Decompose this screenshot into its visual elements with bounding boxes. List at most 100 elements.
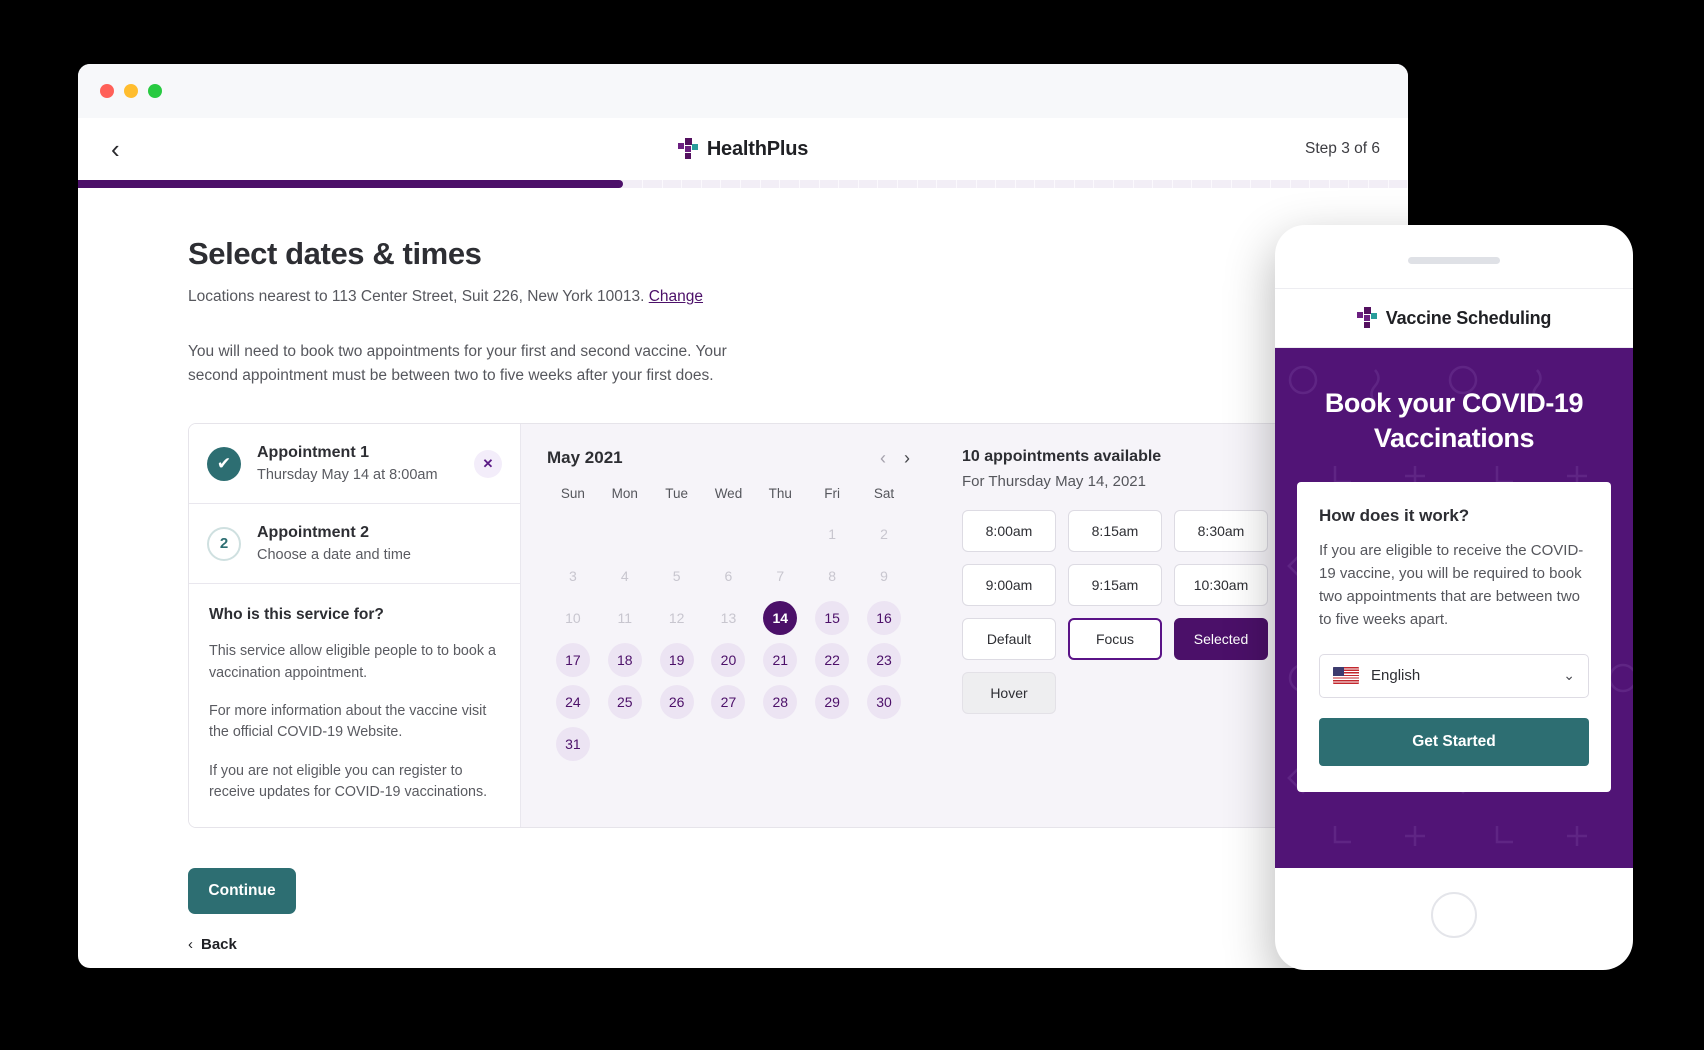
appointment-row-1[interactable]: ✔ Appointment 1 Thursday May 14 at 8:00a… (189, 424, 520, 505)
calendar-week-row: 31 (547, 723, 910, 765)
calendar-day[interactable]: 27 (711, 685, 746, 720)
timeslot-button[interactable]: 9:15am (1068, 564, 1162, 607)
back-button[interactable]: ‹ Back (188, 936, 237, 953)
calendar-day[interactable]: 23 (867, 643, 902, 678)
calendar-day[interactable]: 9 (867, 559, 901, 593)
timeslot-button[interactable]: Selected (1174, 618, 1268, 661)
timeslot-button[interactable]: 8:15am (1068, 510, 1162, 553)
calendar-day-selected[interactable]: 14 (763, 601, 798, 636)
timeslot-button[interactable]: 8:00am (962, 510, 1056, 553)
step-indicator: Step 3 of 6 (1305, 140, 1380, 157)
calendar-cell[interactable]: 11 (599, 597, 651, 639)
prev-month-icon[interactable]: ‹ (880, 449, 886, 467)
calendar-cell[interactable]: 24 (547, 681, 599, 723)
calendar-cell[interactable]: 3 (547, 555, 599, 597)
language-select[interactable]: English ⌄ (1319, 653, 1589, 698)
calendar-day[interactable]: 1 (815, 517, 849, 551)
calendar-cell[interactable]: 14 (754, 597, 806, 639)
calendar-day[interactable]: 17 (555, 643, 590, 678)
weekday-label: Mon (611, 486, 638, 502)
minimize-window-button[interactable] (124, 84, 138, 98)
calendar-cell[interactable]: 9 (858, 555, 910, 597)
remove-appointment-1-icon[interactable]: ✕ (474, 449, 502, 478)
calendar-day[interactable]: 12 (660, 601, 694, 635)
timeslot-button[interactable]: Hover (962, 672, 1056, 715)
next-month-icon[interactable]: › (904, 449, 910, 467)
calendar-cell[interactable]: 23 (858, 639, 910, 681)
calendar-cell[interactable]: 30 (858, 681, 910, 723)
continue-button[interactable]: Continue (188, 868, 296, 915)
timeslot-button[interactable]: 8:30am (1174, 510, 1268, 553)
calendar-day[interactable]: 24 (555, 685, 590, 720)
calendar-day[interactable]: 16 (867, 601, 902, 636)
calendar-day[interactable]: 18 (607, 643, 642, 678)
calendar-day[interactable]: 22 (815, 643, 850, 678)
calendar-cell[interactable]: 25 (599, 681, 651, 723)
calendar-cell[interactable]: 4 (599, 555, 651, 597)
calendar-cell[interactable]: 7 (754, 555, 806, 597)
get-started-button[interactable]: Get Started (1319, 717, 1589, 766)
calendar-cell[interactable]: 6 (703, 555, 755, 597)
timeslot-button[interactable]: 10:30am (1174, 564, 1268, 607)
calendar-cell[interactable]: 22 (806, 639, 858, 681)
calendar-cell[interactable]: 13 (703, 597, 755, 639)
calendar-cell[interactable]: 1 (806, 513, 858, 555)
calendar-cell[interactable]: 20 (703, 639, 755, 681)
phone-card-body: If you are eligible to receive the COVID… (1319, 542, 1584, 628)
calendar-day[interactable]: 11 (608, 601, 642, 635)
calendar-day[interactable]: 4 (608, 559, 642, 593)
timeslot-button[interactable]: Focus (1068, 618, 1162, 661)
calendar-day[interactable]: 2 (867, 517, 901, 551)
calendar-day[interactable]: 19 (659, 643, 694, 678)
calendar-cell[interactable]: 29 (806, 681, 858, 723)
calendar-cell[interactable]: 19 (651, 639, 703, 681)
calendar-cell[interactable]: 31 (547, 723, 599, 765)
calendar-day[interactable]: 7 (763, 559, 797, 593)
calendar-day[interactable]: 26 (659, 685, 694, 720)
chevron-left-icon: ‹ (188, 936, 193, 954)
calendar-day[interactable]: 10 (556, 601, 590, 635)
calendar-cell[interactable]: 18 (599, 639, 651, 681)
calendar-day[interactable]: 20 (711, 643, 746, 678)
calendar-day[interactable]: 13 (711, 601, 745, 635)
calendar-cell[interactable]: 21 (754, 639, 806, 681)
calendar-cell[interactable]: 5 (651, 555, 703, 597)
calendar-day[interactable]: 31 (555, 727, 590, 762)
app-header: ‹ HealthPlus Step 3 of 6 (78, 118, 1408, 180)
appointment-row-2[interactable]: 2 Appointment 2 Choose a date and time (189, 504, 520, 585)
calendar-cell[interactable]: 8 (806, 555, 858, 597)
calendar-day[interactable]: 5 (660, 559, 694, 593)
timeslot-button[interactable]: Default (962, 618, 1056, 661)
header-back-icon[interactable]: ‹ (111, 136, 141, 162)
calendar-day[interactable]: 8 (815, 559, 849, 593)
calendar-cell[interactable]: 10 (547, 597, 599, 639)
service-info-p2: For more information about the vaccine v… (209, 702, 487, 741)
calendar-day[interactable]: 30 (867, 685, 902, 720)
calendar-day[interactable]: 28 (763, 685, 798, 720)
calendar-cell[interactable]: 12 (651, 597, 703, 639)
calendar-cell[interactable]: 16 (858, 597, 910, 639)
calendar-cell[interactable]: 17 (547, 639, 599, 681)
calendar-week-row: 3456789 (547, 555, 910, 597)
calendar-day[interactable]: 6 (711, 559, 745, 593)
calendar-day[interactable]: 25 (607, 685, 642, 720)
maximize-window-button[interactable] (148, 84, 162, 98)
phone-brand-name: Vaccine Scheduling (1385, 307, 1552, 328)
calendar-cell (599, 513, 651, 555)
calendar-day (815, 727, 849, 761)
timeslot-button[interactable]: 9:00am (962, 564, 1056, 607)
close-window-button[interactable] (100, 84, 114, 98)
phone-home-button[interactable] (1431, 892, 1477, 938)
calendar-day[interactable]: 29 (815, 685, 850, 720)
change-location-link[interactable]: Change (649, 288, 703, 305)
calendar-cell[interactable]: 15 (806, 597, 858, 639)
calendar-cell[interactable]: 28 (754, 681, 806, 723)
calendar-cell[interactable]: 27 (703, 681, 755, 723)
calendar-day[interactable]: 3 (556, 559, 590, 593)
calendar-month-label: May 2021 (547, 448, 623, 468)
calendar-day[interactable]: 21 (763, 643, 798, 678)
calendar-cell[interactable]: 26 (651, 681, 703, 723)
calendar-cell[interactable]: 2 (858, 513, 910, 555)
calendar-day[interactable]: 15 (815, 601, 850, 636)
progress-remaining (623, 180, 1408, 188)
